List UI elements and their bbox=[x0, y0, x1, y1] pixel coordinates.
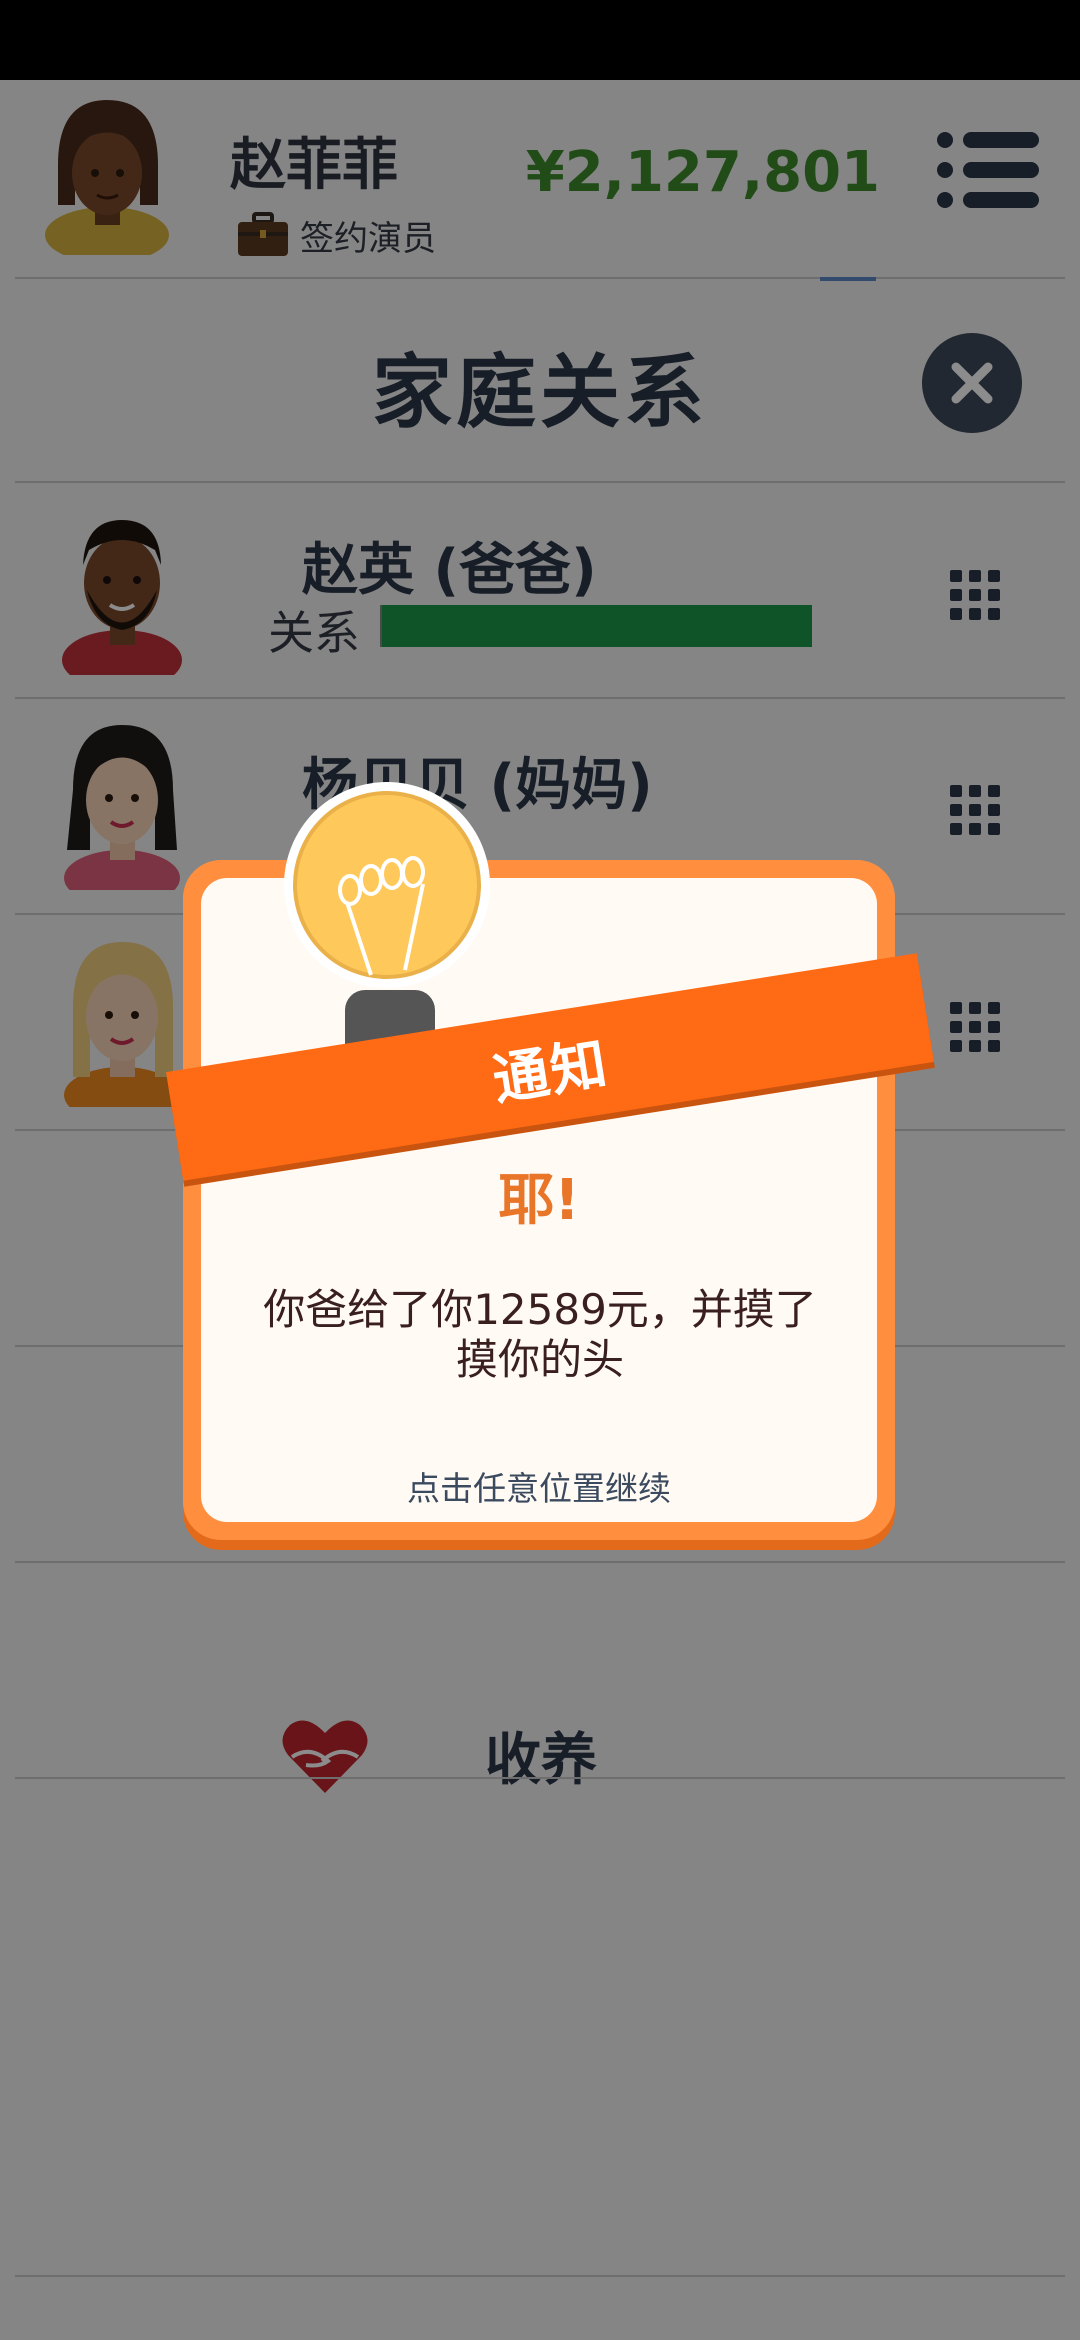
dialog-heading: 耶! bbox=[498, 1168, 580, 1233]
status-bar bbox=[0, 0, 1080, 80]
dialog-message: 你爸给了你12589元，并摸了摸你的头 bbox=[263, 1285, 817, 1384]
continue-hint[interactable]: 点击任意位置继续 bbox=[183, 1462, 895, 1510]
